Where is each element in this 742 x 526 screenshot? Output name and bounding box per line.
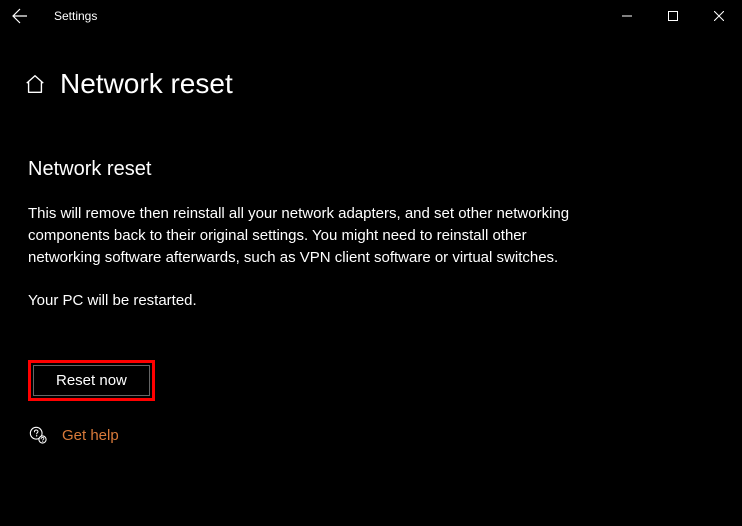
page-header: Network reset [0, 32, 742, 100]
reset-button-highlight: Reset now [28, 360, 155, 401]
restart-notice: Your PC will be restarted. [28, 290, 588, 312]
get-help-link[interactable]: Get help [62, 427, 119, 444]
close-icon [714, 11, 724, 21]
app-title: Settings [54, 9, 97, 23]
main-content: Network reset This will remove then rein… [0, 100, 742, 445]
help-icon [28, 425, 48, 445]
description-text: This will remove then reinstall all your… [28, 203, 588, 268]
reset-now-button[interactable]: Reset now [33, 365, 150, 396]
page-title: Network reset [60, 68, 233, 100]
window-controls [604, 0, 742, 32]
minimize-button[interactable] [604, 0, 650, 32]
section-title: Network reset [28, 158, 714, 181]
help-row: Get help [28, 425, 714, 445]
maximize-icon [668, 11, 678, 21]
arrow-left-icon [12, 8, 28, 24]
back-button[interactable] [8, 4, 32, 28]
minimize-icon [622, 11, 632, 21]
maximize-button[interactable] [650, 0, 696, 32]
titlebar-left: Settings [8, 4, 97, 28]
home-icon [24, 73, 46, 95]
titlebar: Settings [0, 0, 742, 32]
close-button[interactable] [696, 0, 742, 32]
